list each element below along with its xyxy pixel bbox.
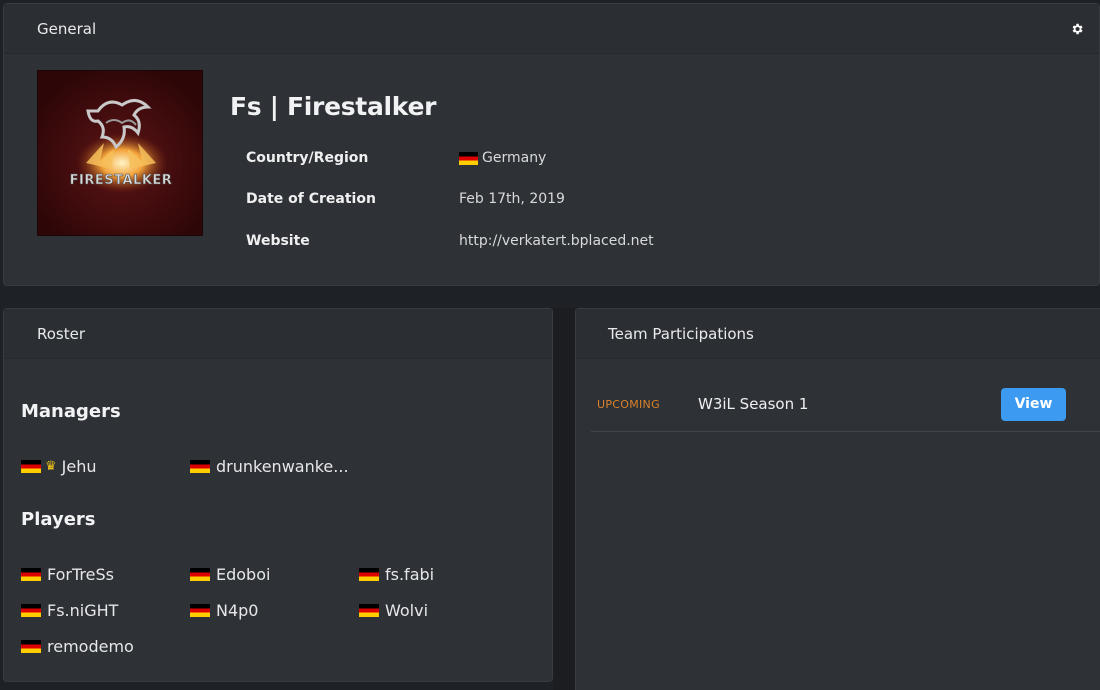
team-name: Fs | Firestalker (230, 92, 437, 121)
info-row-country: Country/Region Germany (246, 150, 546, 166)
team-logo: FIRESTALKER (37, 70, 203, 236)
roster-header: Roster (4, 309, 552, 359)
creation-date-label: Date of Creation (246, 191, 376, 207)
germany-flag-icon (21, 640, 41, 653)
players-title: Players (21, 509, 96, 530)
player-item[interactable]: Wolvi (359, 601, 428, 620)
player-name: Wolvi (385, 601, 429, 620)
germany-flag-icon (190, 604, 210, 617)
country-value: Germany (459, 150, 546, 166)
player-item[interactable]: Fs.niGHT (21, 601, 118, 620)
germany-flag-icon (21, 604, 41, 617)
manager-item[interactable]: drunkenwanke... (190, 457, 349, 476)
germany-flag-icon (359, 604, 379, 617)
germany-flag-icon (359, 568, 379, 581)
germany-flag-icon (459, 151, 478, 165)
team-participations-panel: Team Participations UPCOMING W3iL Season… (575, 308, 1100, 690)
germany-flag-icon (190, 460, 210, 473)
general-header-title: General (37, 19, 97, 38)
participation-name: W3iL Season 1 (698, 395, 809, 413)
player-item[interactable]: fs.fabi (359, 565, 434, 584)
player-item[interactable]: ForTreSs (21, 565, 114, 584)
roster-panel: Roster Managers ♛ Jehu drunkenwanke... P… (3, 308, 553, 682)
crown-icon: ♛ (45, 459, 57, 474)
website-label: Website (246, 233, 310, 249)
participations-header-title: Team Participations (608, 324, 754, 343)
country-label: Country/Region (246, 150, 369, 166)
player-item[interactable]: N4p0 (190, 601, 258, 620)
view-button[interactable]: View (1001, 387, 1066, 421)
country-text: Germany (482, 150, 547, 166)
managers-title: Managers (21, 401, 121, 422)
roster-header-title: Roster (37, 324, 86, 343)
manager-item[interactable]: ♛ Jehu (21, 457, 97, 476)
general-header: General (4, 4, 1099, 54)
player-name: fs.fabi (385, 565, 435, 584)
player-name: N4p0 (216, 601, 259, 620)
germany-flag-icon (190, 568, 210, 581)
manager-name: Jehu (61, 457, 97, 476)
panel-divider (553, 308, 575, 690)
status-badge: UPCOMING (597, 397, 660, 411)
info-row-creation-date: Date of Creation Feb 17th, 2019 (246, 191, 565, 207)
gear-icon[interactable] (1069, 21, 1085, 37)
germany-flag-icon (21, 460, 41, 473)
player-name: ForTreSs (47, 565, 114, 584)
player-item[interactable]: Edoboi (190, 565, 270, 584)
logo-wordmark: FIRESTALKER (70, 173, 173, 188)
manager-name: drunkenwanke... (216, 457, 349, 476)
website-link[interactable]: http://verkatert.bplaced.net (459, 233, 654, 249)
player-item[interactable]: remodemo (21, 637, 134, 656)
participation-row: UPCOMING W3iL Season 1 View (591, 377, 1100, 432)
info-row-website: Website http://verkatert.bplaced.net (246, 233, 654, 249)
player-name: remodemo (47, 637, 134, 656)
creation-date-value: Feb 17th, 2019 (459, 191, 565, 207)
general-panel: General FIRESTALKER Fs | Firestalker Cou… (3, 3, 1100, 286)
player-name: Edoboi (216, 565, 271, 584)
participations-header: Team Participations (576, 309, 1100, 359)
player-name: Fs.niGHT (47, 601, 119, 620)
germany-flag-icon (21, 568, 41, 581)
